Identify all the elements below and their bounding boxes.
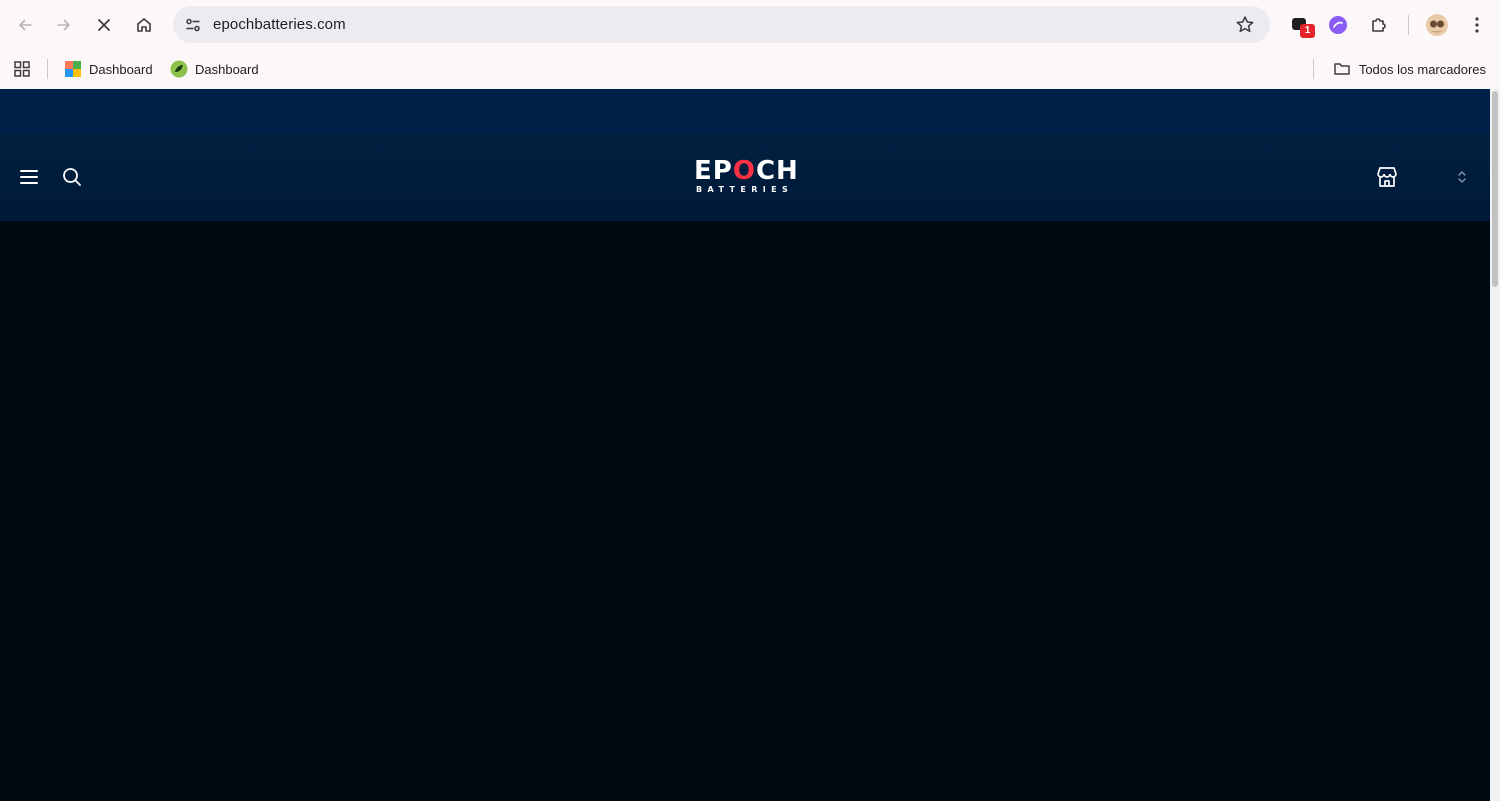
page-content-area [0,221,1490,801]
bookmark-dashboard-2[interactable]: Dashboard [170,56,259,82]
logo-subtitle: BATTERIES [696,185,794,194]
site-info-button[interactable] [181,13,205,37]
more-vertical-icon [1475,17,1479,33]
logo-wordmark: EPOCH [694,156,799,186]
website-viewport: EPOCH BATTERIES [0,89,1490,801]
browser-menu-button[interactable] [1465,13,1489,37]
browser-chrome: epochbatteries.com 1 Dashboard Dashboard… [0,0,1500,89]
bookmarks-divider [1313,59,1314,79]
bookmark-dashboard-1[interactable]: Dashboard [64,56,153,82]
browser-toolbar: epochbatteries.com 1 [0,0,1500,50]
tune-icon [186,18,200,32]
puzzle-icon [1372,18,1386,32]
home-button[interactable] [128,9,160,41]
bookmark-label: Dashboard [89,61,153,77]
home-icon [137,18,151,32]
back-button[interactable] [9,9,41,41]
menu-button[interactable] [17,165,41,189]
store-icon [1377,167,1397,187]
arrow-right-icon [57,19,70,31]
profile-button[interactable] [1425,13,1449,37]
scrollbar-thumb[interactable] [1492,91,1498,287]
address-bar[interactable]: epochbatteries.com [173,6,1270,43]
all-bookmarks-label: Todos los marcadores [1358,61,1486,77]
extension-notification-button[interactable]: 1 [1288,13,1315,38]
chevron-up-down-icon [1458,171,1466,183]
page-scrollbar[interactable] [1490,89,1500,801]
all-bookmarks-button[interactable]: Todos los marcadores [1333,56,1486,82]
extensions-menu-button[interactable] [1367,13,1391,37]
region-selector-button[interactable] [1450,165,1474,189]
site-header: EPOCH BATTERIES [0,133,1490,221]
bookmarks-divider [47,59,48,79]
toolbar-divider [1408,15,1409,35]
purple-extension-icon [1329,16,1347,34]
url-text[interactable]: epochbatteries.com [213,16,346,33]
arrow-left-icon [19,19,32,31]
site-logo[interactable]: EPOCH BATTERIES [694,157,800,197]
hamburger-menu-icon [20,170,38,184]
apps-grid-icon [14,61,30,77]
folder-icon [1334,63,1350,75]
bookmarks-bar: Dashboard Dashboard Todos los marcadores [0,50,1500,89]
bookmark-label: Dashboard [195,61,259,77]
extension-badge: 1 [1300,24,1315,38]
green-leaf-favicon-icon [170,60,188,78]
apps-button[interactable] [12,56,32,82]
search-button[interactable] [60,165,84,189]
stop-loading-button[interactable] [88,9,120,41]
purple-extension-button[interactable] [1326,13,1350,37]
announcement-bar [0,89,1490,133]
bookmark-star-icon[interactable] [1234,14,1256,36]
forward-button[interactable] [48,9,80,41]
puzzle-favicon-icon [65,61,81,77]
avatar [1426,14,1448,36]
close-icon [98,19,110,31]
store-button[interactable] [1373,163,1401,191]
search-icon [63,168,81,186]
